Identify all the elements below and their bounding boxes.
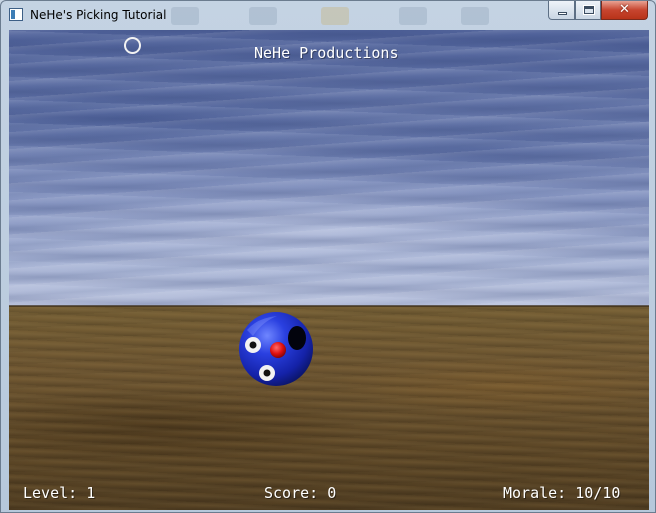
crosshair-cursor-icon	[124, 37, 141, 54]
sky-background	[9, 30, 649, 306]
horizon-line	[9, 305, 649, 307]
target-eye-bottom	[259, 365, 275, 381]
blueface-target[interactable]	[237, 310, 315, 388]
hud-score-value: 0	[327, 484, 337, 502]
app-icon	[9, 8, 23, 21]
hud-level: Level: 1	[23, 484, 95, 502]
title-bar-background	[161, 3, 541, 27]
hud-score-label: Score:	[264, 484, 319, 502]
title-bar[interactable]: NeHe's Picking Tutorial ✕	[1, 1, 655, 29]
minimize-button[interactable]	[548, 1, 575, 20]
close-button[interactable]: ✕	[601, 1, 648, 20]
maximize-button[interactable]	[575, 1, 601, 20]
target-eye-left	[245, 337, 261, 353]
minimize-icon	[549, 1, 574, 19]
hud-morale-value: 10/10	[575, 484, 621, 502]
window-title: NeHe's Picking Tutorial	[30, 8, 167, 22]
banner-text: NeHe Productions	[254, 44, 399, 62]
target-mouth	[288, 326, 306, 350]
app-window: NeHe's Picking Tutorial ✕ NeHe Productio…	[0, 0, 656, 513]
hud-level-value: 1	[86, 484, 96, 502]
hud-level-label: Level:	[23, 484, 78, 502]
hud-score: Score: 0	[264, 484, 336, 502]
close-icon: ✕	[619, 2, 630, 17]
target-nose	[270, 342, 286, 358]
ground-background	[9, 306, 649, 510]
game-viewport[interactable]: NeHe Productions Level: 1 Score: 0 Moral…	[9, 30, 649, 510]
hud-morale-label: Morale:	[503, 484, 567, 502]
hud-morale: Morale: 10/10	[503, 484, 620, 502]
maximize-icon	[576, 1, 600, 19]
